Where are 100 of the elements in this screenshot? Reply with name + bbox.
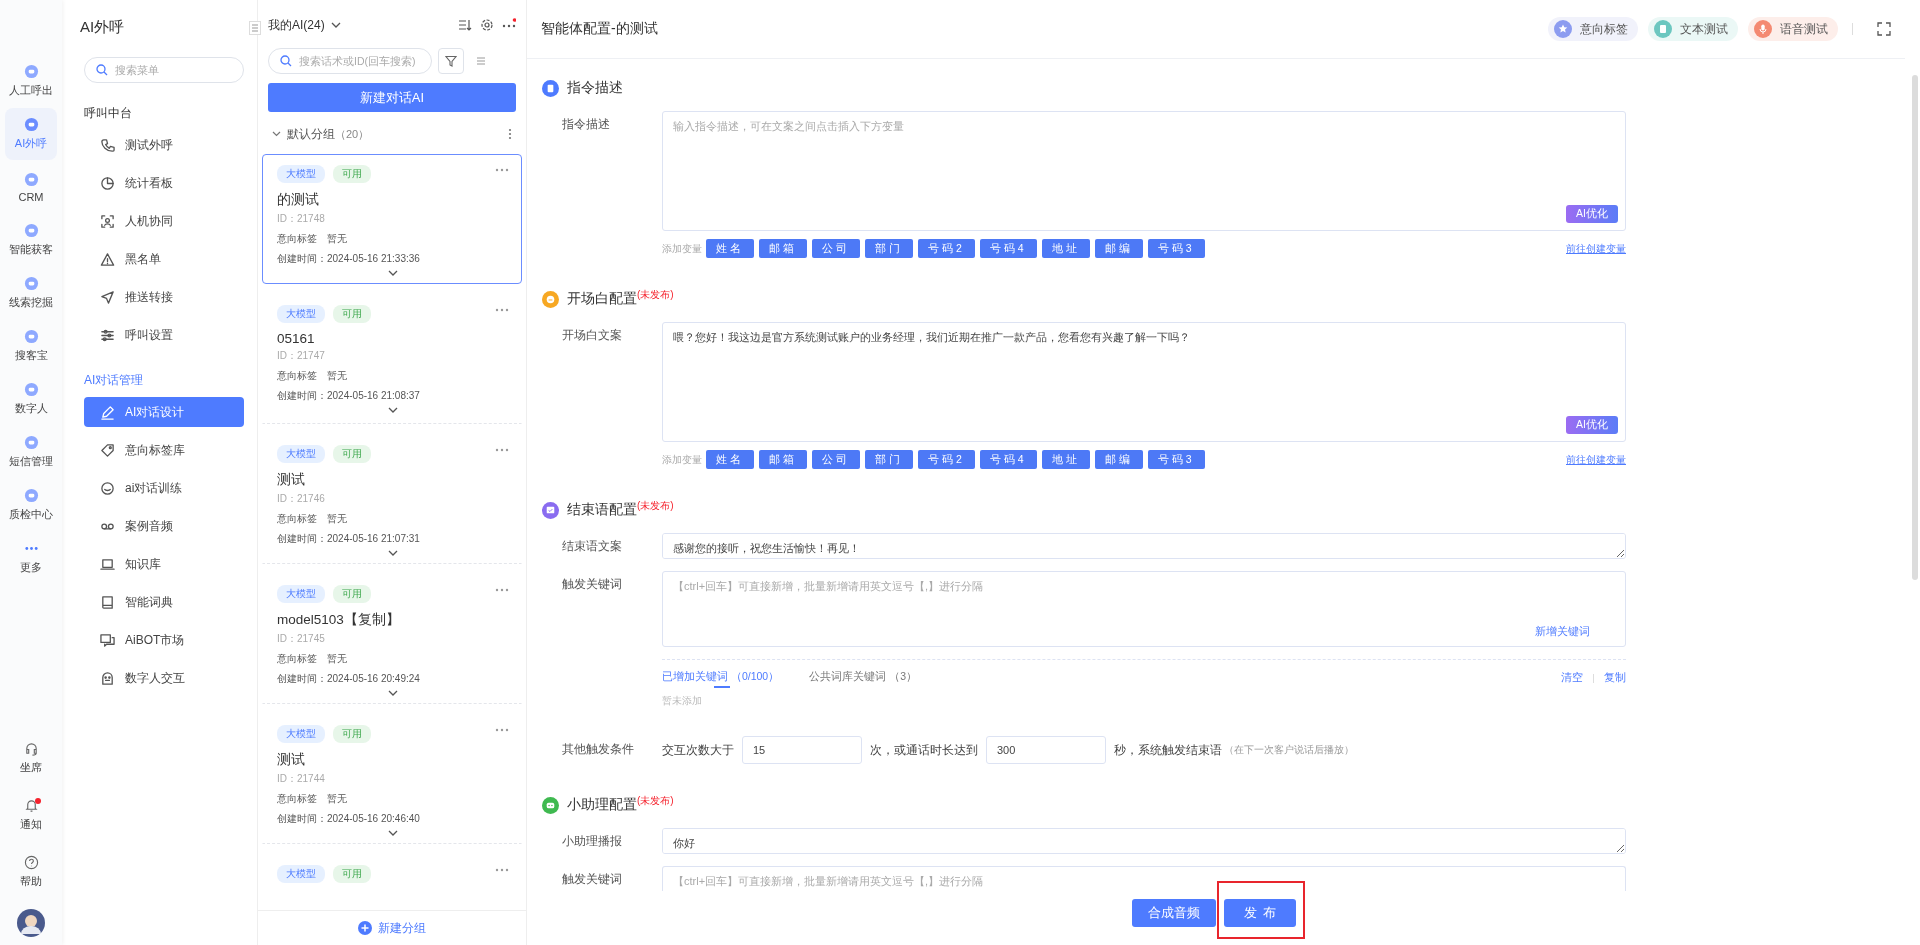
rail-item[interactable]: 智能获客 xyxy=(5,214,57,266)
menu-item[interactable]: 推送转接 xyxy=(84,282,244,312)
field-label: 其他触发条件 xyxy=(562,743,634,755)
chevron-icon[interactable] xyxy=(388,690,398,696)
create-variable-link[interactable]: 前往创建变量 xyxy=(1566,452,1626,467)
ai-optimize-button[interactable]: AI优化 xyxy=(1566,205,1618,223)
settings-icon[interactable] xyxy=(480,18,494,32)
keyword-field[interactable]: 【ctrl+回车】可直接新增，批量新增请用英文逗号【,】进行分隔 xyxy=(662,866,1626,891)
menu-item[interactable]: 案例音频 xyxy=(84,511,244,541)
menu-item[interactable]: 人机协同 xyxy=(84,206,244,236)
avatar[interactable] xyxy=(17,909,45,937)
created-time: 创建时间：2024-05-16 21:07:31 xyxy=(277,532,420,546)
variable-chip[interactable]: 号码3 xyxy=(1147,239,1205,258)
rail-item[interactable]: 通知 xyxy=(5,789,57,841)
document-icon xyxy=(542,79,559,97)
variable-chip[interactable]: 号码3 xyxy=(1147,450,1205,469)
menu-item[interactable]: 统计看板 xyxy=(84,168,244,198)
keyword-tab[interactable]: 已增加关键词 （0/100） xyxy=(662,668,780,688)
menu-search-field[interactable]: 搜索菜单 xyxy=(84,57,244,83)
rail-item[interactable]: CRM xyxy=(5,161,57,213)
menu-item[interactable]: 意向标签库 xyxy=(84,435,244,465)
header-action-button[interactable]: 意向标签 xyxy=(1548,17,1638,41)
text-field[interactable]: 感谢您的接听，祝您生活愉快！再见！ xyxy=(662,533,1626,559)
caret-icon[interactable] xyxy=(272,131,281,137)
group-name[interactable]: 默认分组 xyxy=(287,125,335,143)
rail-item[interactable]: 短信管理 xyxy=(5,426,57,478)
variable-chip[interactable]: 号码2 xyxy=(918,239,975,258)
unpublished-status: (未发布) xyxy=(637,499,674,511)
menu-item[interactable]: 黑名单 xyxy=(84,244,244,274)
seconds-field[interactable]: 300 xyxy=(986,736,1106,764)
condition-text: 秒，系统触发结束语 xyxy=(1114,742,1222,758)
menu-item[interactable]: ai对话训练 xyxy=(84,473,244,503)
variable-chip[interactable]: 地址 xyxy=(1041,450,1090,469)
header-action-button[interactable]: 文本测试 xyxy=(1648,17,1738,41)
chevron-icon[interactable] xyxy=(388,550,398,556)
filter-button[interactable] xyxy=(438,48,464,74)
fullscreen-icon[interactable] xyxy=(1877,22,1891,36)
variable-chip[interactable]: 姓名 xyxy=(706,450,754,469)
variable-chip[interactable]: 部门 xyxy=(865,450,913,469)
created-time: 创建时间：2024-05-16 20:49:24 xyxy=(277,672,420,686)
rail-item[interactable]: 数字人 xyxy=(5,373,57,425)
menu-item[interactable]: AI对话设计 xyxy=(84,397,244,427)
intent-label: 意向标签 xyxy=(277,792,317,806)
rail-item[interactable]: AI外呼 xyxy=(5,108,57,160)
text-field[interactable]: 你好 xyxy=(662,828,1626,854)
ai-card[interactable]: 大模型 可用 测试 ID：21744 意向标签 暂无 创建时间：2024-05-16 20:46:40 xyxy=(262,714,522,844)
menu-item[interactable]: 呼叫设置 xyxy=(84,320,244,350)
chevron-icon[interactable] xyxy=(388,270,398,276)
variable-chip[interactable]: 邮编 xyxy=(1094,239,1143,258)
chevron-icon[interactable] xyxy=(388,830,398,836)
rail-item[interactable]: 更多 xyxy=(5,532,57,584)
list-search-field[interactable]: 搜索话术或ID(回车搜索) xyxy=(268,48,432,74)
caret-icon[interactable] xyxy=(330,22,341,28)
ai-card[interactable]: 大模型 可用 model5103【复制】 ID：21745 意向标签 暂无 创建时间：2024-05-16 20:49:24 xyxy=(262,574,522,704)
menu-item[interactable]: 测试外呼 xyxy=(84,130,244,160)
variable-chip[interactable]: 公司 xyxy=(812,450,860,469)
rail-item[interactable]: 质检中心 xyxy=(5,479,57,531)
menu-item[interactable]: 智能词典 xyxy=(84,587,244,617)
ai-card[interactable]: 大模型 可用 测试 ID：21746 意向标签 暂无 创建时间：2024-05-16 21:07:31 xyxy=(262,434,522,564)
new-ai-button[interactable]: 新建对话AI xyxy=(268,83,516,112)
variable-chip[interactable]: 邮编 xyxy=(1094,450,1143,469)
menu-item[interactable]: 数字人交互 xyxy=(84,663,244,693)
variable-chip[interactable]: 地址 xyxy=(1041,239,1090,258)
variable-chip[interactable]: 号码4 xyxy=(979,450,1037,469)
rail-item[interactable]: 搜客宝 xyxy=(5,320,57,372)
variable-chip[interactable]: 邮箱 xyxy=(759,239,807,258)
rail-item[interactable]: 坐席 xyxy=(5,732,57,784)
more-icon[interactable] xyxy=(508,128,512,140)
count-field[interactable]: 15 xyxy=(742,736,862,764)
keyword-action-link[interactable]: 清空 xyxy=(1561,671,1583,685)
tag: 可用 xyxy=(333,165,371,183)
intent-label: 意向标签 xyxy=(277,512,317,526)
create-variable-link[interactable]: 前往创建变量 xyxy=(1566,241,1626,256)
footer-button[interactable]: 发布 xyxy=(1223,899,1296,927)
variable-chip[interactable]: 号码2 xyxy=(918,450,975,469)
menu-item[interactable]: 知识库 xyxy=(84,549,244,579)
rail-item[interactable]: 帮助 xyxy=(5,846,57,898)
variable-chip[interactable]: 号码4 xyxy=(979,239,1037,258)
scrollbar[interactable] xyxy=(1912,75,1918,580)
keyword-action-link[interactable]: 复制 xyxy=(1604,671,1626,685)
ai-optimize-button[interactable]: AI优化 xyxy=(1566,416,1618,434)
variable-chip[interactable]: 邮箱 xyxy=(759,450,807,469)
variable-chip[interactable]: 部门 xyxy=(865,239,913,258)
header-action-button[interactable]: 语音测试 xyxy=(1748,17,1838,41)
menu-item[interactable]: AiBOT市场 xyxy=(84,625,244,655)
variable-chip[interactable]: 公司 xyxy=(812,239,860,258)
new-group-button[interactable]: 新建分组 xyxy=(358,919,426,937)
list-title[interactable]: 我的AI(24) xyxy=(268,16,325,34)
tag: 大模型 xyxy=(277,725,325,743)
keyword-tab[interactable]: 公共词库关键词 （3） xyxy=(809,668,917,688)
rail-item[interactable]: 线索挖掘 xyxy=(5,267,57,319)
footer-button[interactable]: 合成音频 xyxy=(1131,899,1216,927)
intent-value: 暂无 xyxy=(327,652,347,666)
add-keyword-link[interactable]: 新增关键词 xyxy=(1535,624,1590,639)
rail-item[interactable]: 人工呼出 xyxy=(5,55,57,107)
ai-card[interactable]: 大模型 可用 的测试 ID：21748 意向标签 暂无 创建时间：2024-05-16 21:33:36 xyxy=(262,154,522,284)
chevron-icon[interactable] xyxy=(388,407,398,413)
variable-chip[interactable]: 姓名 xyxy=(706,239,754,258)
sort-icon[interactable] xyxy=(458,18,472,32)
ai-card[interactable]: 大模型 可用 05161 ID：21747 意向标签 暂无 创建时间：2024-05-16 21:08:37 xyxy=(262,294,522,424)
